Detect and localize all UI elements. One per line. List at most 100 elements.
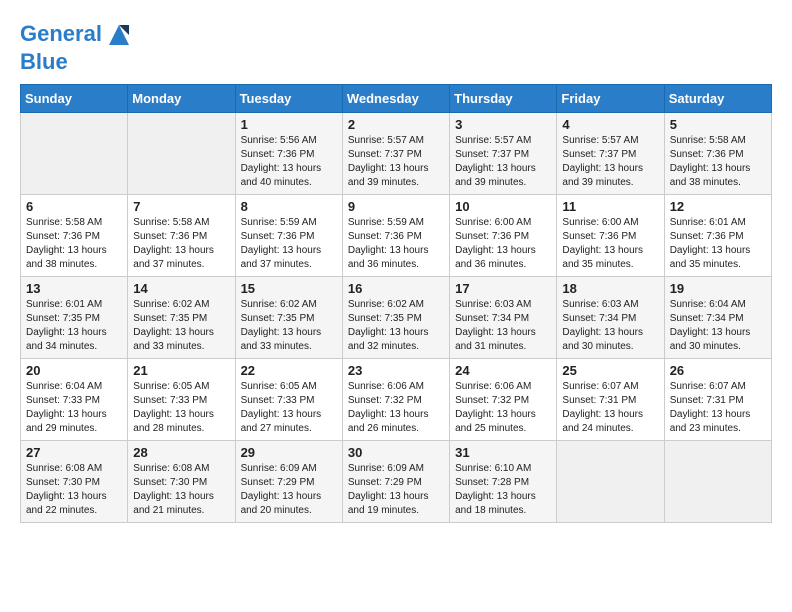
day-info: Sunrise: 5:58 AMSunset: 7:36 PMDaylight:…: [670, 134, 766, 190]
calendar-header-row: SundayMondayTuesdayWednesdayThursdayFrid…: [21, 85, 772, 113]
day-number: 16: [348, 281, 444, 296]
day-number: 2: [348, 117, 444, 132]
calendar-cell: 20 Sunrise: 6:04 AMSunset: 7:33 PMDaylig…: [21, 359, 128, 441]
day-header-tuesday: Tuesday: [235, 85, 342, 113]
day-number: 23: [348, 363, 444, 378]
day-info: Sunrise: 5:57 AMSunset: 7:37 PMDaylight:…: [562, 134, 658, 190]
day-info: Sunrise: 6:02 AMSunset: 7:35 PMDaylight:…: [241, 298, 337, 354]
calendar-cell: [664, 441, 771, 523]
day-number: 9: [348, 199, 444, 214]
day-number: 8: [241, 199, 337, 214]
calendar-cell: 26 Sunrise: 6:07 AMSunset: 7:31 PMDaylig…: [664, 359, 771, 441]
day-number: 21: [133, 363, 229, 378]
day-number: 19: [670, 281, 766, 296]
calendar-cell: 22 Sunrise: 6:05 AMSunset: 7:33 PMDaylig…: [235, 359, 342, 441]
day-number: 27: [26, 445, 122, 460]
day-number: 1: [241, 117, 337, 132]
calendar-cell: 30 Sunrise: 6:09 AMSunset: 7:29 PMDaylig…: [342, 441, 449, 523]
calendar-cell: 18 Sunrise: 6:03 AMSunset: 7:34 PMDaylig…: [557, 277, 664, 359]
calendar-cell: 23 Sunrise: 6:06 AMSunset: 7:32 PMDaylig…: [342, 359, 449, 441]
calendar-cell: 10 Sunrise: 6:00 AMSunset: 7:36 PMDaylig…: [450, 195, 557, 277]
day-info: Sunrise: 5:59 AMSunset: 7:36 PMDaylight:…: [241, 216, 337, 272]
calendar-cell: 5 Sunrise: 5:58 AMSunset: 7:36 PMDayligh…: [664, 113, 771, 195]
calendar-week-5: 27 Sunrise: 6:08 AMSunset: 7:30 PMDaylig…: [21, 441, 772, 523]
day-number: 28: [133, 445, 229, 460]
day-number: 17: [455, 281, 551, 296]
calendar-cell: 27 Sunrise: 6:08 AMSunset: 7:30 PMDaylig…: [21, 441, 128, 523]
day-info: Sunrise: 6:06 AMSunset: 7:32 PMDaylight:…: [455, 380, 551, 436]
day-info: Sunrise: 6:08 AMSunset: 7:30 PMDaylight:…: [26, 462, 122, 518]
day-info: Sunrise: 5:58 AMSunset: 7:36 PMDaylight:…: [26, 216, 122, 272]
day-number: 11: [562, 199, 658, 214]
calendar-cell: 2 Sunrise: 5:57 AMSunset: 7:37 PMDayligh…: [342, 113, 449, 195]
calendar-cell: 9 Sunrise: 5:59 AMSunset: 7:36 PMDayligh…: [342, 195, 449, 277]
day-info: Sunrise: 6:07 AMSunset: 7:31 PMDaylight:…: [562, 380, 658, 436]
day-info: Sunrise: 6:00 AMSunset: 7:36 PMDaylight:…: [562, 216, 658, 272]
calendar-cell: 6 Sunrise: 5:58 AMSunset: 7:36 PMDayligh…: [21, 195, 128, 277]
calendar-cell: 16 Sunrise: 6:02 AMSunset: 7:35 PMDaylig…: [342, 277, 449, 359]
calendar-week-3: 13 Sunrise: 6:01 AMSunset: 7:35 PMDaylig…: [21, 277, 772, 359]
day-number: 3: [455, 117, 551, 132]
calendar-cell: 1 Sunrise: 5:56 AMSunset: 7:36 PMDayligh…: [235, 113, 342, 195]
day-number: 4: [562, 117, 658, 132]
day-info: Sunrise: 6:03 AMSunset: 7:34 PMDaylight:…: [455, 298, 551, 354]
logo-text: General: [20, 20, 134, 50]
calendar-week-4: 20 Sunrise: 6:04 AMSunset: 7:33 PMDaylig…: [21, 359, 772, 441]
calendar-cell: 28 Sunrise: 6:08 AMSunset: 7:30 PMDaylig…: [128, 441, 235, 523]
logo-text2: Blue: [20, 50, 134, 74]
day-number: 26: [670, 363, 766, 378]
calendar-cell: 24 Sunrise: 6:06 AMSunset: 7:32 PMDaylig…: [450, 359, 557, 441]
calendar-cell: 19 Sunrise: 6:04 AMSunset: 7:34 PMDaylig…: [664, 277, 771, 359]
day-info: Sunrise: 6:04 AMSunset: 7:33 PMDaylight:…: [26, 380, 122, 436]
page-header: General Blue: [20, 20, 772, 74]
day-info: Sunrise: 6:05 AMSunset: 7:33 PMDaylight:…: [133, 380, 229, 436]
calendar-cell: 14 Sunrise: 6:02 AMSunset: 7:35 PMDaylig…: [128, 277, 235, 359]
calendar-cell: 25 Sunrise: 6:07 AMSunset: 7:31 PMDaylig…: [557, 359, 664, 441]
calendar-cell: 15 Sunrise: 6:02 AMSunset: 7:35 PMDaylig…: [235, 277, 342, 359]
day-info: Sunrise: 6:02 AMSunset: 7:35 PMDaylight:…: [348, 298, 444, 354]
calendar-cell: 13 Sunrise: 6:01 AMSunset: 7:35 PMDaylig…: [21, 277, 128, 359]
calendar-cell: 3 Sunrise: 5:57 AMSunset: 7:37 PMDayligh…: [450, 113, 557, 195]
day-number: 7: [133, 199, 229, 214]
day-info: Sunrise: 6:06 AMSunset: 7:32 PMDaylight:…: [348, 380, 444, 436]
day-number: 20: [26, 363, 122, 378]
day-info: Sunrise: 6:05 AMSunset: 7:33 PMDaylight:…: [241, 380, 337, 436]
day-info: Sunrise: 5:57 AMSunset: 7:37 PMDaylight:…: [348, 134, 444, 190]
day-number: 29: [241, 445, 337, 460]
day-number: 13: [26, 281, 122, 296]
calendar-week-1: 1 Sunrise: 5:56 AMSunset: 7:36 PMDayligh…: [21, 113, 772, 195]
calendar-cell: 12 Sunrise: 6:01 AMSunset: 7:36 PMDaylig…: [664, 195, 771, 277]
day-number: 18: [562, 281, 658, 296]
day-info: Sunrise: 5:57 AMSunset: 7:37 PMDaylight:…: [455, 134, 551, 190]
calendar-cell: [557, 441, 664, 523]
day-number: 12: [670, 199, 766, 214]
calendar-cell: [128, 113, 235, 195]
day-number: 5: [670, 117, 766, 132]
day-header-thursday: Thursday: [450, 85, 557, 113]
day-info: Sunrise: 5:59 AMSunset: 7:36 PMDaylight:…: [348, 216, 444, 272]
day-number: 30: [348, 445, 444, 460]
day-info: Sunrise: 6:01 AMSunset: 7:36 PMDaylight:…: [670, 216, 766, 272]
day-header-wednesday: Wednesday: [342, 85, 449, 113]
day-header-saturday: Saturday: [664, 85, 771, 113]
calendar-cell: 4 Sunrise: 5:57 AMSunset: 7:37 PMDayligh…: [557, 113, 664, 195]
calendar-body: 1 Sunrise: 5:56 AMSunset: 7:36 PMDayligh…: [21, 113, 772, 523]
day-number: 22: [241, 363, 337, 378]
day-info: Sunrise: 6:00 AMSunset: 7:36 PMDaylight:…: [455, 216, 551, 272]
logo: General Blue: [20, 20, 134, 74]
day-info: Sunrise: 6:09 AMSunset: 7:29 PMDaylight:…: [241, 462, 337, 518]
calendar-cell: 8 Sunrise: 5:59 AMSunset: 7:36 PMDayligh…: [235, 195, 342, 277]
day-info: Sunrise: 6:07 AMSunset: 7:31 PMDaylight:…: [670, 380, 766, 436]
day-info: Sunrise: 6:04 AMSunset: 7:34 PMDaylight:…: [670, 298, 766, 354]
day-number: 6: [26, 199, 122, 214]
day-number: 14: [133, 281, 229, 296]
calendar-cell: 11 Sunrise: 6:00 AMSunset: 7:36 PMDaylig…: [557, 195, 664, 277]
day-info: Sunrise: 6:03 AMSunset: 7:34 PMDaylight:…: [562, 298, 658, 354]
calendar-cell: 7 Sunrise: 5:58 AMSunset: 7:36 PMDayligh…: [128, 195, 235, 277]
day-info: Sunrise: 6:01 AMSunset: 7:35 PMDaylight:…: [26, 298, 122, 354]
day-header-sunday: Sunday: [21, 85, 128, 113]
calendar-cell: 21 Sunrise: 6:05 AMSunset: 7:33 PMDaylig…: [128, 359, 235, 441]
day-number: 25: [562, 363, 658, 378]
day-info: Sunrise: 5:58 AMSunset: 7:36 PMDaylight:…: [133, 216, 229, 272]
day-info: Sunrise: 6:10 AMSunset: 7:28 PMDaylight:…: [455, 462, 551, 518]
